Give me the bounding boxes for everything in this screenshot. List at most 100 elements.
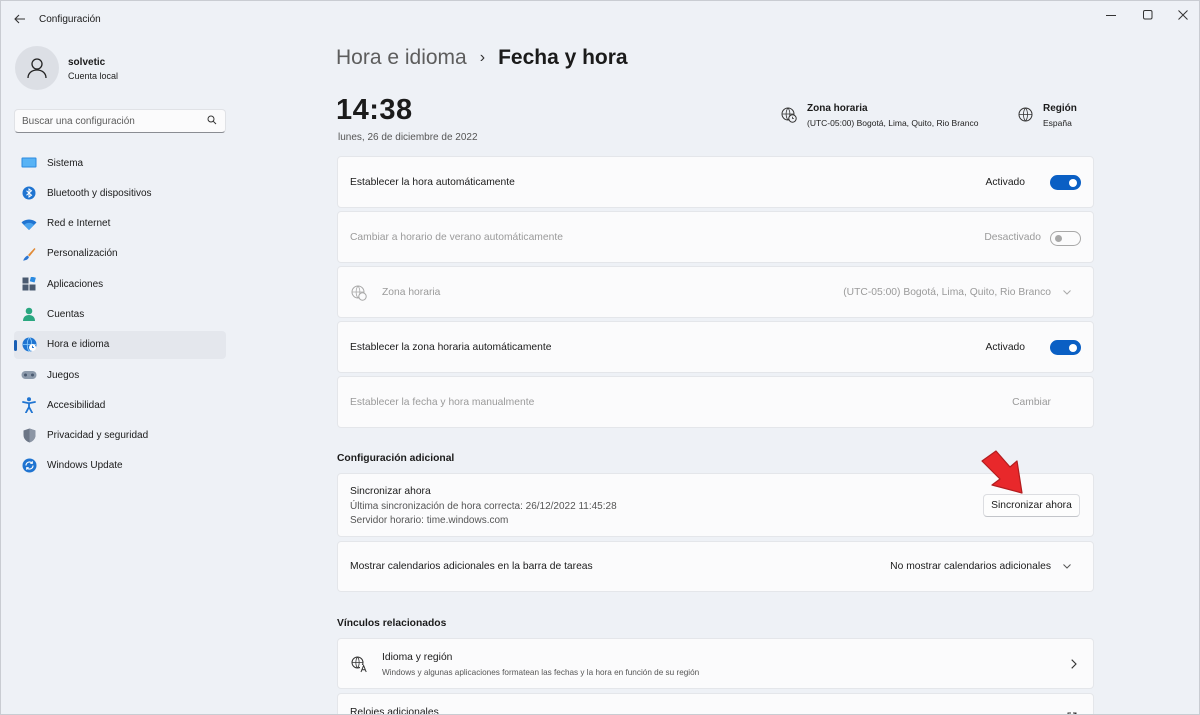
gamepad-icon <box>21 367 37 383</box>
current-time: 14:38 <box>336 94 413 126</box>
auto-time-toggle[interactable] <box>1050 175 1081 190</box>
header-timezone: Zona horaria (UTC-05:00) Bogotá, Lima, Q… <box>781 103 979 128</box>
setting-auto-time: Establecer la hora automáticamente Activ… <box>337 156 1094 208</box>
sidebar-item-juegos[interactable]: Juegos <box>14 361 226 389</box>
title-bar: Configuración <box>1 1 1199 37</box>
setting-calendars: Mostrar calendarios adicionales en la ba… <box>337 541 1094 592</box>
setting-manual-datetime: Establecer la fecha y hora manualmente C… <box>337 376 1094 428</box>
sidebar-item-label: Cuentas <box>47 308 85 320</box>
maximize-icon <box>1143 10 1153 20</box>
calendars-label: Mostrar calendarios adicionales en la ba… <box>350 561 593 572</box>
sidebar-item-label: Sistema <box>47 157 84 169</box>
setting-auto-timezone: Establecer la zona horaria automáticamen… <box>337 321 1094 373</box>
annotation-arrow-icon <box>981 450 1023 494</box>
profile-account-type: Cuenta local <box>68 71 119 81</box>
timezone-label: Zona horaria <box>382 287 441 298</box>
calendars-dropdown[interactable]: No mostrar calendarios adicionales <box>890 561 1071 572</box>
change-button[interactable]: Cambiar <box>1012 397 1051 408</box>
sidebar-item-label: Windows Update <box>47 460 123 472</box>
sidebar-item-label: Aplicaciones <box>47 278 104 290</box>
header-region: Región España <box>1018 103 1077 128</box>
chevron-down-icon <box>1063 290 1071 295</box>
breadcrumb-separator: › <box>479 49 486 66</box>
timezone-value: (UTC-05:00) Bogotá, Lima, Quito, Rio Bra… <box>807 118 979 128</box>
language-region-description: Windows y algunas aplicaciones formatean… <box>382 668 700 677</box>
sync-label: Sincronizar ahora <box>350 486 431 497</box>
shield-icon <box>21 428 37 444</box>
language-region-label: Idioma y región <box>382 652 453 663</box>
timezone-dropdown-value: (UTC-05:00) Bogotá, Lima, Quito, Rio Bra… <box>843 287 1051 298</box>
breadcrumb: Hora e idioma › Fecha y hora <box>336 46 628 70</box>
region-value: España <box>1043 118 1072 128</box>
dst-toggle[interactable] <box>1050 231 1081 246</box>
chevron-right-icon <box>1071 659 1077 669</box>
sidebar-item-label: Juegos <box>47 369 80 381</box>
sidebar-item-personalizacion[interactable]: Personalización <box>14 240 226 268</box>
manual-label: Establecer la fecha y hora manualmente <box>350 397 535 408</box>
sidebar-item-cuentas[interactable]: Cuentas <box>14 300 226 328</box>
avatar <box>15 46 59 90</box>
sidebar-item-accesibilidad[interactable]: Accesibilidad <box>14 391 226 419</box>
close-button[interactable] <box>1165 5 1199 25</box>
sidebar-item-aplicaciones[interactable]: Aplicaciones <box>14 270 226 298</box>
calendars-dropdown-value: No mostrar calendarios adicionales <box>890 561 1051 572</box>
accessibility-icon <box>21 397 37 414</box>
arrow-left-icon <box>14 14 25 24</box>
sidebar-item-label: Privacidad y seguridad <box>47 430 149 442</box>
search-icon <box>207 115 217 128</box>
page-title: Fecha y hora <box>498 46 628 69</box>
auto-time-state: Activado <box>985 177 1026 188</box>
sidebar-item-label: Personalización <box>47 248 118 260</box>
auto-timezone-label: Establecer la zona horaria automáticamen… <box>350 342 552 353</box>
link-language-region[interactable]: Idioma y región Windows y algunas aplica… <box>337 638 1094 689</box>
current-date: lunes, 26 de diciembre de 2022 <box>338 132 478 143</box>
section-related-title: Vínculos relacionados <box>337 618 447 629</box>
minimize-button[interactable] <box>1093 5 1129 25</box>
timezone-title: Zona horaria <box>807 103 868 114</box>
monitor-icon <box>21 155 37 171</box>
sidebar-item-label: Accesibilidad <box>47 399 106 411</box>
dst-label: Cambiar a horario de verano automáticame… <box>350 232 563 243</box>
apps-icon <box>21 276 37 292</box>
window-title: Configuración <box>39 14 101 25</box>
timezone-dropdown[interactable]: (UTC-05:00) Bogotá, Lima, Quito, Rio Bra… <box>843 287 1071 298</box>
sidebar-item-hora-idioma[interactable]: Hora e idioma <box>14 330 226 359</box>
settings-window: Configuración solvetic Cuenta local Sist… <box>0 0 1200 715</box>
search-input[interactable] <box>22 113 202 129</box>
back-button[interactable] <box>11 10 29 28</box>
sync-last: Última sincronización de hora correcta: … <box>350 501 617 512</box>
sync-server: Servidor horario: time.windows.com <box>350 515 509 526</box>
sidebar-item-red[interactable]: Red e Internet <box>14 210 226 238</box>
region-title: Región <box>1043 103 1077 114</box>
link-additional-clocks[interactable]: Relojes adicionales <box>337 693 1094 714</box>
setting-timezone: Zona horaria (UTC-05:00) Bogotá, Lima, Q… <box>337 266 1094 318</box>
minimize-icon <box>1106 15 1116 16</box>
sidebar-item-sistema[interactable]: Sistema <box>14 149 226 177</box>
sidebar-item-label: Bluetooth y dispositivos <box>47 187 152 199</box>
sidebar-item-label: Red e Internet <box>47 218 111 230</box>
auto-timezone-toggle[interactable] <box>1050 340 1081 355</box>
bluetooth-icon <box>21 185 37 201</box>
chevron-down-icon <box>1063 564 1071 569</box>
auto-time-label: Establecer la hora automáticamente <box>350 177 515 188</box>
profile-name: solvetic <box>68 57 106 68</box>
person-icon <box>21 306 37 322</box>
sidebar-item-label: Hora e idioma <box>47 339 110 351</box>
update-icon <box>21 458 37 474</box>
setting-dst: Cambiar a horario de verano automáticame… <box>337 211 1094 263</box>
globe-icon <box>1018 107 1033 125</box>
sidebar-nav: Sistema Bluetooth y dispositivos Red e I… <box>14 149 226 482</box>
language-region-icon <box>351 656 368 676</box>
auto-timezone-state: Activado <box>985 342 1026 353</box>
section-additional-title: Configuración adicional <box>337 453 455 464</box>
breadcrumb-parent[interactable]: Hora e idioma <box>336 46 467 70</box>
maximize-button[interactable] <box>1130 5 1166 25</box>
sidebar-item-bluetooth[interactable]: Bluetooth y dispositivos <box>14 179 226 207</box>
sidebar-item-windows-update[interactable]: Windows Update <box>14 452 226 480</box>
wifi-icon <box>21 216 37 232</box>
globe-clock-icon <box>351 285 367 304</box>
sidebar-item-privacidad[interactable]: Privacidad y seguridad <box>14 422 226 450</box>
dst-state: Desactivado <box>984 232 1041 243</box>
search-box[interactable] <box>14 109 226 133</box>
brush-icon <box>21 246 37 262</box>
